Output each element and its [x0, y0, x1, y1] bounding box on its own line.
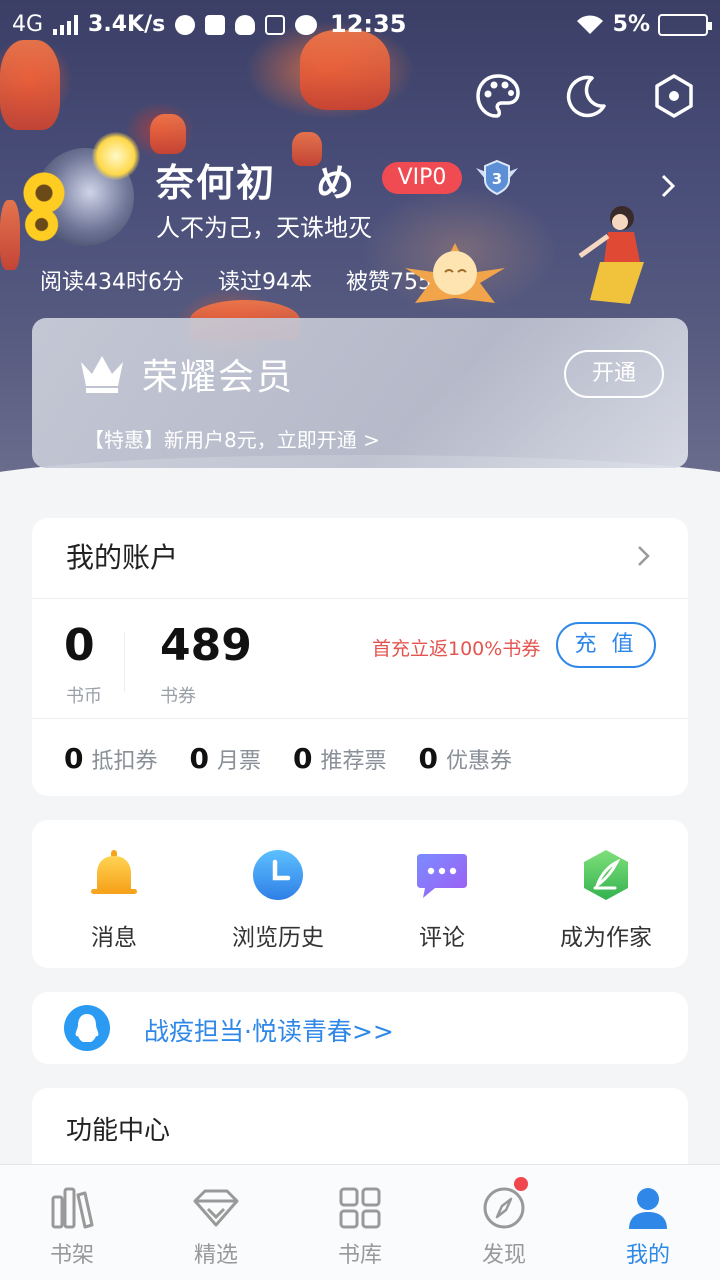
shortcut-messages[interactable]: 消息: [44, 848, 184, 952]
shortcut-label: 消息: [91, 925, 137, 951]
crown-icon: [81, 356, 123, 393]
app-notification-icon: [175, 14, 196, 35]
clock-icon: [253, 850, 303, 900]
vouchers-value[interactable]: 489: [160, 620, 252, 671]
open-vip-button[interactable]: 开通: [564, 350, 664, 398]
palette-icon[interactable]: [474, 72, 522, 120]
night-mode-icon[interactable]: [562, 72, 610, 120]
ticket-item[interactable]: 0 月票: [190, 742, 262, 775]
lantern-decoration: [150, 114, 186, 154]
ticket-item[interactable]: 0 优惠券: [419, 742, 513, 775]
coins-value[interactable]: 0: [64, 620, 95, 671]
mail-notification-icon: [205, 14, 226, 35]
clock: 12:35: [330, 10, 407, 38]
shortcut-label: 浏览历史: [232, 925, 324, 951]
vip-promo-link[interactable]: 【特惠】新用户8元，立即开通 >: [84, 424, 380, 453]
pen-icon: [584, 850, 628, 900]
girl-illustration: [578, 206, 644, 304]
reading-time: 阅读434时6分: [40, 270, 184, 295]
cat-notification-icon: [295, 14, 318, 35]
divider: [124, 632, 125, 692]
nav-bookshelf[interactable]: 书架: [22, 1183, 122, 1269]
settings-icon[interactable]: [650, 72, 698, 120]
coins-label: 书币: [66, 686, 102, 707]
chevron-right-icon[interactable]: [636, 544, 652, 568]
battery-percent: 5%: [612, 12, 650, 37]
comment-icon: [417, 854, 467, 898]
bookshelf-icon: [51, 1187, 94, 1229]
level-badge-number: 3: [492, 170, 502, 188]
shortcut-history[interactable]: 浏览历史: [208, 848, 348, 952]
network-speed: 3.4K/s: [88, 12, 166, 37]
books-read: 读过94本: [218, 270, 312, 295]
nav-label: 精选: [193, 1243, 238, 1268]
qq-icon: [64, 1005, 110, 1051]
lantern-decoration: [0, 200, 20, 270]
shortcut-label: 评论: [419, 925, 465, 951]
user-motto: 人不为己，天诛地灭: [156, 214, 372, 242]
s-notification-icon: [265, 14, 286, 35]
vip-card-title: 荣耀会员: [142, 357, 295, 398]
nav-featured[interactable]: 精选: [166, 1183, 266, 1269]
nav-label: 书架: [49, 1243, 94, 1268]
account-title[interactable]: 我的账户: [66, 536, 178, 576]
person-icon: [629, 1188, 667, 1229]
ticket-list: 0 抵扣券 0 月票 0 推荐票 0 优惠券: [64, 742, 512, 775]
grid-icon: [339, 1187, 381, 1229]
status-bar: 4G 3.4K/s 12:35 5%: [0, 0, 720, 50]
bell-icon: [91, 850, 137, 894]
level-badge-icon[interactable]: 3: [472, 158, 522, 196]
function-center-title: 功能中心: [66, 1116, 171, 1146]
recharge-button[interactable]: 充 值: [556, 622, 656, 668]
sun-decoration: [92, 132, 140, 180]
lantern-decoration: [0, 40, 60, 130]
shortcut-comments[interactable]: 评论: [372, 848, 512, 952]
signal-icon: [53, 14, 79, 35]
nav-library[interactable]: 书库: [310, 1183, 410, 1269]
network-type: 4G: [12, 12, 44, 37]
first-recharge-promo: 首充立返100%书券: [372, 638, 541, 660]
header-actions: [474, 72, 698, 120]
ticket-item[interactable]: 0 抵扣券: [64, 742, 158, 775]
wifi-icon: [576, 14, 603, 34]
nav-discover[interactable]: 发现: [454, 1177, 554, 1269]
battery-icon: [658, 13, 712, 36]
shortcuts-card: 消息 浏览历史 评论 成为作家: [32, 820, 688, 968]
qq-notification-icon: [235, 14, 256, 35]
diamond-icon: [193, 1189, 239, 1227]
vip-membership-card[interactable]: 荣耀会员 【特惠】新用户8元，立即开通 > 开通: [32, 318, 688, 468]
reading-stats: 阅读434时6分 读过94本 被赞755次: [40, 264, 454, 296]
nav-label: 书库: [337, 1243, 382, 1268]
notification-dot: [514, 1177, 528, 1191]
vip-level-badge[interactable]: VIP0: [382, 162, 462, 194]
divider: [32, 718, 688, 719]
nav-label: 我的: [625, 1243, 670, 1268]
nav-label: 发现: [481, 1243, 526, 1268]
sunflower-decoration: [20, 172, 68, 242]
nav-me[interactable]: 我的: [598, 1183, 698, 1269]
lotus-lantern-decoration: [405, 243, 505, 303]
account-card: 我的账户 0 书币 489 书券 首充立返100%书券 充 值 0 抵扣券 0 月票…: [32, 518, 688, 796]
user-name[interactable]: 奈何初 め: [156, 152, 356, 207]
divider: [32, 598, 688, 599]
vouchers-label: 书券: [160, 686, 196, 707]
shortcut-label: 成为作家: [560, 925, 652, 951]
campaign-banner[interactable]: 战疫担当·悦读青春>>: [32, 992, 688, 1064]
campaign-text[interactable]: 战疫担当·悦读青春>>: [144, 1012, 394, 1048]
bottom-nav: 书架 精选 书库 发现 我的: [0, 1164, 720, 1280]
shortcut-become-writer[interactable]: 成为作家: [536, 848, 676, 952]
ticket-item[interactable]: 0 推荐票: [293, 742, 387, 775]
